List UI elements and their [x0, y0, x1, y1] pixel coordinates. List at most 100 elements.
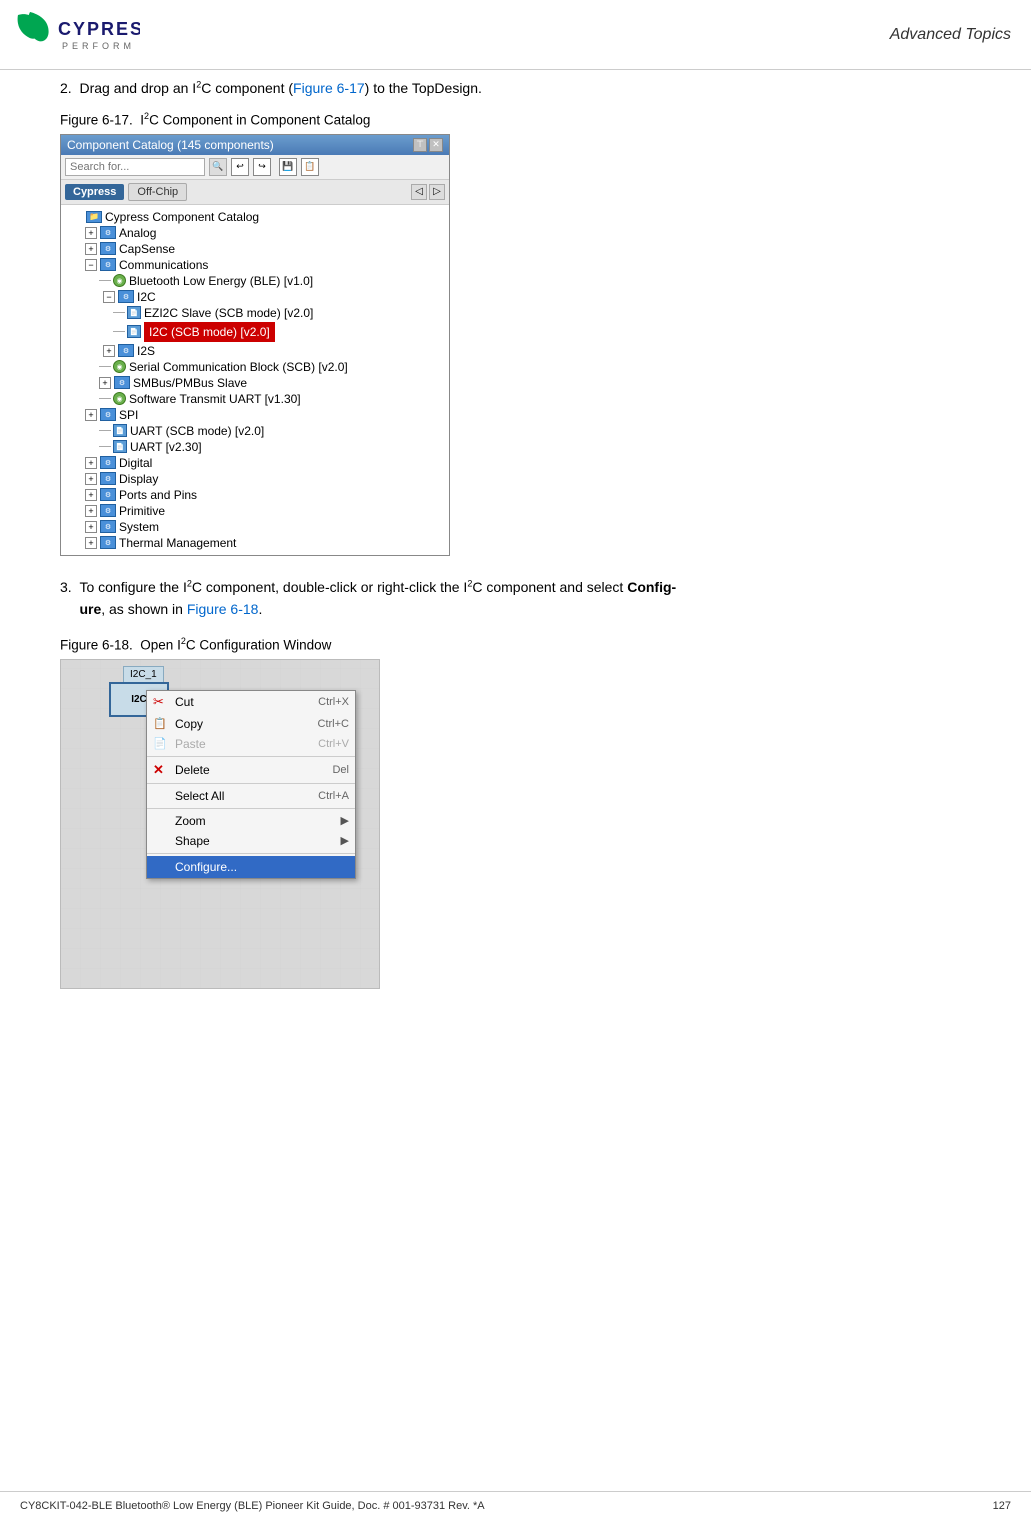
copy-shortcut: Ctrl+C [318, 718, 349, 730]
tab-offchip[interactable]: Off-Chip [128, 183, 187, 201]
fig17-link[interactable]: Figure 6-17 [293, 80, 365, 96]
step2-full: 2. Drag and drop an I2C component (Figur… [60, 78, 971, 99]
tab-navigation: ◁ ▷ [411, 184, 445, 200]
tree-item-communications[interactable]: − ⚙ Communications [67, 257, 443, 273]
expand-digital[interactable]: + [85, 457, 97, 469]
menu-item-configure[interactable]: Configure... [147, 856, 355, 878]
menu-item-selectall[interactable]: Select All Ctrl+A [147, 786, 355, 806]
paste-label: Paste [175, 737, 206, 751]
tree-item-uart-scb[interactable]: 📄 UART (SCB mode) [v2.0] [67, 423, 443, 439]
fig18-link[interactable]: Figure 6-18 [187, 601, 259, 617]
tree-item-system[interactable]: + ⚙ System [67, 519, 443, 535]
pin-button[interactable]: ⊤ [413, 138, 427, 152]
tree-item-display[interactable]: + ⚙ Display [67, 471, 443, 487]
tab-cypress[interactable]: Cypress [65, 184, 124, 200]
ezi2c-label: EZI2C Slave (SCB mode) [v2.0] [144, 306, 313, 320]
expand-i2s[interactable]: + [103, 345, 115, 357]
ble-label: Bluetooth Low Energy (BLE) [v1.0] [129, 274, 313, 288]
toolbar-btn4[interactable]: 📋 [301, 158, 319, 176]
thermal-label: Thermal Management [119, 536, 236, 550]
ports-icon: ⚙ [100, 488, 116, 501]
toolbar-btn2[interactable]: ↪ [253, 158, 271, 176]
digital-icon: ⚙ [100, 456, 116, 469]
zoom-arrow: ▶ [341, 814, 349, 827]
tree-item-ports[interactable]: + ⚙ Ports and Pins [67, 487, 443, 503]
tree-item-spi[interactable]: + ⚙ SPI [67, 407, 443, 423]
collapse-comms[interactable]: − [85, 259, 97, 271]
cut-label: Cut [175, 695, 194, 709]
expand-primitive[interactable]: + [85, 505, 97, 517]
tree-item-ble[interactable]: ◉ Bluetooth Low Energy (BLE) [v1.0] [67, 273, 443, 289]
tree-item-i2c-folder[interactable]: − ⚙ I2C [71, 289, 443, 305]
component-catalog-window: Component Catalog (145 components) ⊤ ✕ 🔍… [60, 134, 450, 556]
uart-scb-label: UART (SCB mode) [v2.0] [130, 424, 264, 438]
comms-icon: ⚙ [100, 258, 116, 271]
selectall-label: Select All [175, 789, 224, 803]
system-icon: ⚙ [100, 520, 116, 533]
search-icon[interactable]: 🔍 [209, 158, 227, 176]
svg-text:CYPRESS: CYPRESS [58, 19, 140, 39]
tree-item-ezi2c[interactable]: 📄 EZI2C Slave (SCB mode) [v2.0] [67, 305, 443, 321]
expand-thermal[interactable]: + [85, 537, 97, 549]
menu-item-shape[interactable]: Shape ▶ [147, 831, 355, 851]
uart-scb-icon: 📄 [113, 424, 127, 437]
tree-item-digital[interactable]: + ⚙ Digital [67, 455, 443, 471]
analog-icon: ⚙ [100, 226, 116, 239]
collapse-i2c[interactable]: − [103, 291, 115, 303]
tree-item-scb[interactable]: ◉ Serial Communication Block (SCB) [v2.0… [67, 359, 443, 375]
capsense-label: CapSense [119, 242, 175, 256]
menu-item-delete[interactable]: ✕ Delete Del [147, 759, 355, 781]
sw-uart-label: Software Transmit UART [v1.30] [129, 392, 301, 406]
i2s-label: I2S [137, 344, 155, 358]
tree-item-i2c-scb[interactable]: 📄 I2C (SCB mode) [v2.0] [67, 321, 443, 343]
tree-item-primitive[interactable]: + ⚙ Primitive [67, 503, 443, 519]
toolbar-btn3[interactable]: 💾 [279, 158, 297, 176]
expand-ports[interactable]: + [85, 489, 97, 501]
zoom-label: Zoom [175, 814, 206, 828]
catalog-tree: 📁 Cypress Component Catalog + ⚙ Analog +… [61, 205, 449, 555]
i2c-folder-icon: ⚙ [118, 290, 134, 303]
expand-smbus[interactable]: + [99, 377, 111, 389]
tree-item-i2s[interactable]: + ⚙ I2S [71, 343, 443, 359]
menu-item-copy[interactable]: 📋 Copy Ctrl+C [147, 714, 355, 734]
tree-item-thermal[interactable]: + ⚙ Thermal Management [67, 535, 443, 551]
cut-icon: ✂ [153, 694, 171, 710]
page-footer: CY8CKIT-042-BLE Bluetooth® Low Energy (B… [0, 1491, 1031, 1520]
expand-display[interactable]: + [85, 473, 97, 485]
communications-label: Communications [119, 258, 208, 272]
tree-item-sw-uart[interactable]: ◉ Software Transmit UART [v1.30] [67, 391, 443, 407]
tree-item-analog[interactable]: + ⚙ Analog [67, 225, 443, 241]
display-icon: ⚙ [100, 472, 116, 485]
primitive-icon: ⚙ [100, 504, 116, 517]
configure-label: Configure... [175, 860, 237, 874]
expand-capsense[interactable]: + [85, 243, 97, 255]
close-button[interactable]: ✕ [429, 138, 443, 152]
expand-analog[interactable]: + [85, 227, 97, 239]
svg-text:PERFORM: PERFORM [62, 41, 135, 51]
tree-item-uart-v230[interactable]: 📄 UART [v2.30] [67, 439, 443, 455]
expand-spi[interactable]: + [85, 409, 97, 421]
tree-item-capsense[interactable]: + ⚙ CapSense [67, 241, 443, 257]
figure17-caption: Figure 6-17. I2C Component in Component … [60, 111, 971, 128]
expand-system[interactable]: + [85, 521, 97, 533]
titlebar-controls: ⊤ ✕ [413, 138, 443, 152]
selectall-shortcut: Ctrl+A [318, 790, 349, 802]
catalog-titlebar: Component Catalog (145 components) ⊤ ✕ [61, 135, 449, 155]
shape-arrow: ▶ [341, 834, 349, 847]
delete-icon: ✕ [153, 762, 171, 778]
catalog-title: Component Catalog (145 components) [67, 138, 274, 152]
tab-prev[interactable]: ◁ [411, 184, 427, 200]
menu-separator-1 [147, 756, 355, 757]
paste-shortcut: Ctrl+V [318, 738, 349, 750]
uart-v230-label: UART [v2.30] [130, 440, 202, 454]
shape-label: Shape [175, 834, 210, 848]
catalog-toolbar: 🔍 ↩ ↪ 💾 📋 [61, 155, 449, 180]
smbus-label: SMBus/PMBus Slave [133, 376, 247, 390]
menu-item-cut[interactable]: ✂ Cut Ctrl+X [147, 691, 355, 714]
catalog-search-input[interactable] [65, 158, 205, 176]
menu-item-zoom[interactable]: Zoom ▶ [147, 811, 355, 831]
tab-next[interactable]: ▷ [429, 184, 445, 200]
tree-item-smbus[interactable]: + ⚙ SMBus/PMBus Slave [67, 375, 443, 391]
page-title: Advanced Topics [890, 26, 1011, 44]
toolbar-btn1[interactable]: ↩ [231, 158, 249, 176]
